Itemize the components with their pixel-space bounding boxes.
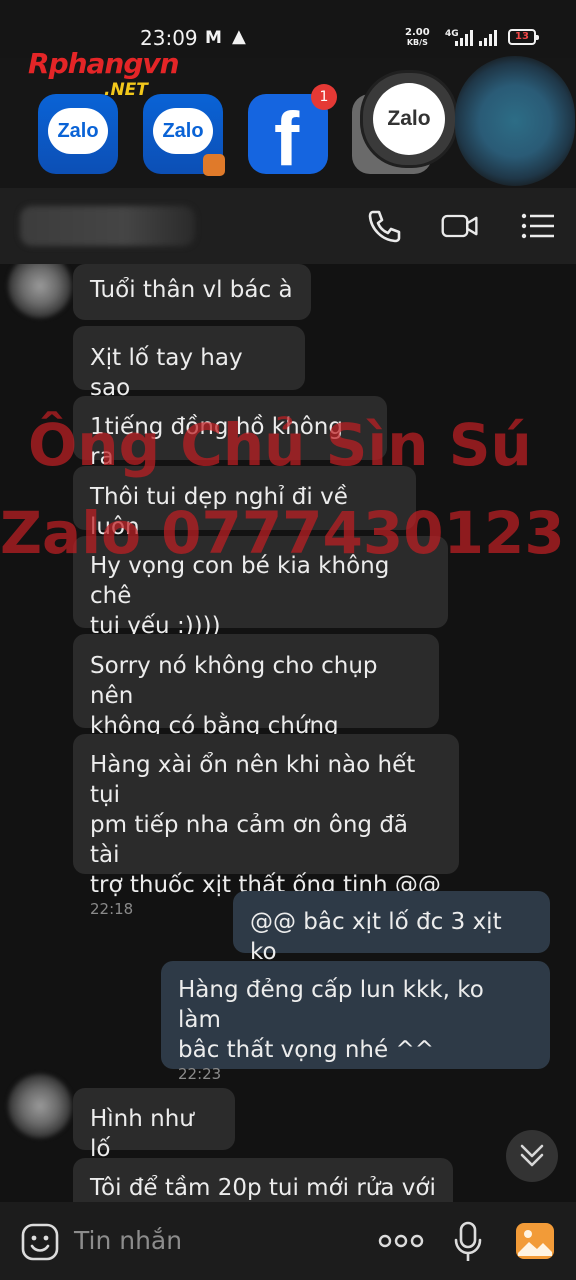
network-speed: 2.00 KB/S [405,27,430,48]
message-input[interactable]: Tin nhắn [74,1226,182,1255]
zalo-app-icon-2[interactable]: Zalo [143,94,225,176]
message-list[interactable]: Tuổi thân vl bác à Xịt lố tay hay sao 1t… [0,264,576,1202]
signal-icon [455,30,473,46]
more-icon[interactable] [378,1230,424,1252]
phone-icon[interactable] [364,206,404,246]
message-bubble[interactable]: Hình như lố [73,1088,235,1162]
message-bubble[interactable]: Hy vọng con bé kia không chê tui yếu :))… [73,536,448,639]
emoji-icon[interactable] [20,1222,60,1262]
zalo-app-icon[interactable]: Zalo [38,94,118,174]
site-logo-domain: .NET [104,80,148,100]
microphone-icon[interactable] [452,1220,484,1264]
message-bubble[interactable]: Hàng xài ổn nên khi nào hết tụi pm tiếp … [73,734,459,918]
video-call-icon[interactable] [440,206,480,246]
sent-message-bubble[interactable]: @@ bâc xịt lố đc 3 xịt ko [233,891,550,965]
battery-level: 13 [515,31,529,42]
message-bubble[interactable]: 1tiếng đồng hồ không ra [73,396,387,470]
alert-icon: ▲ [232,26,246,47]
clone-badge-icon [203,154,225,176]
message-bubble[interactable]: Tuổi thân vl bác à [73,264,311,320]
battery-icon: 13 [508,29,539,45]
gmail-icon: M [205,28,222,48]
zalo-floating-bubble[interactable]: Zalo [360,70,458,168]
facebook-f-icon: f [274,97,300,182]
chat-header [0,188,576,264]
contact-name-blurred[interactable] [20,206,195,246]
signal-icon-2 [479,30,497,46]
chevron-double-down-icon [520,1144,544,1167]
menu-icon[interactable] [518,206,558,246]
scroll-to-bottom-button[interactable] [506,1130,558,1182]
message-bubble[interactable]: Thôi tui dẹp nghỉ đi về luôn [73,466,416,540]
contact-avatar[interactable] [8,264,72,318]
site-logo: Rphangvn [28,47,180,80]
image-icon[interactable] [514,1220,556,1262]
message-bubble[interactable]: Sorry nó không cho chụp nên không có bằn… [73,634,439,739]
message-timestamp: 22:23 [178,1065,222,1083]
contact-avatar[interactable] [8,1074,72,1138]
message-bubble[interactable]: Xịt lố tay hay sao [73,326,305,401]
sent-message-bubble[interactable]: Hàng đẻng cấp lun kkk, ko làm bâc thất v… [161,961,550,1083]
blurred-avatar[interactable] [455,56,575,186]
composer-bar: Tin nhắn [0,1202,576,1280]
message-bubble[interactable]: Tôi để tầm 20p tui mới rửa với [73,1158,453,1202]
notification-badge: 1 [311,84,337,110]
